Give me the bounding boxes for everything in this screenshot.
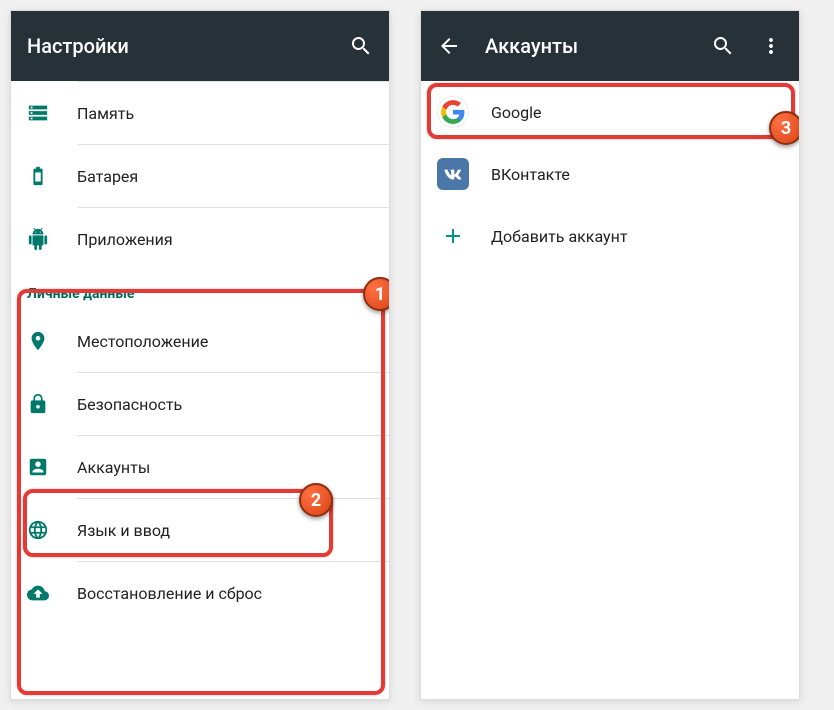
item-label: Язык и ввод — [77, 521, 170, 540]
page-title: Аккаунты — [485, 34, 687, 58]
item-label: Батарея — [77, 167, 138, 186]
search-icon[interactable] — [711, 34, 735, 58]
account-item-vk[interactable]: ВКонтакте — [421, 143, 799, 205]
item-label: Приложения — [77, 230, 173, 249]
accounts-screen: Аккаунты Google ВКонтакте Добавить аккау… — [420, 10, 800, 700]
google-icon — [437, 96, 469, 128]
android-icon — [27, 228, 49, 250]
item-label: Безопасность — [77, 395, 182, 414]
battery-icon — [27, 165, 49, 187]
add-account-item[interactable]: Добавить аккаунт — [421, 205, 799, 267]
settings-item-battery[interactable]: Батарея — [11, 145, 389, 207]
settings-item-apps[interactable]: Приложения — [11, 208, 389, 270]
add-account-label: Добавить аккаунт — [491, 227, 628, 246]
settings-screen: Настройки Память Батарея Приложения Личн… — [10, 10, 390, 700]
accounts-icon — [27, 456, 49, 478]
item-label: Память — [77, 104, 134, 123]
item-label: Местоположение — [77, 332, 208, 351]
item-label: Аккаунты — [77, 458, 150, 477]
vk-icon — [437, 158, 469, 190]
account-label: ВКонтакте — [491, 165, 570, 184]
storage-icon — [27, 102, 49, 124]
appbar: Аккаунты — [421, 11, 799, 81]
settings-item-location[interactable]: Местоположение — [11, 310, 389, 372]
settings-item-storage[interactable]: Память — [11, 82, 389, 144]
back-icon[interactable] — [437, 34, 461, 58]
account-item-google[interactable]: Google — [421, 81, 799, 143]
location-icon — [27, 330, 49, 352]
lock-icon — [27, 393, 49, 415]
settings-item-backup[interactable]: Восстановление и сброс — [11, 562, 389, 624]
plus-icon — [441, 224, 465, 248]
page-title: Настройки — [27, 34, 325, 58]
settings-item-language[interactable]: Язык и ввод — [11, 499, 389, 561]
backup-icon — [27, 582, 49, 604]
more-icon[interactable] — [759, 34, 783, 58]
account-label: Google — [491, 103, 542, 122]
settings-item-security[interactable]: Безопасность — [11, 373, 389, 435]
section-header-personal: Личные данные — [11, 270, 389, 310]
item-label: Восстановление и сброс — [77, 584, 262, 603]
search-icon[interactable] — [349, 34, 373, 58]
appbar: Настройки — [11, 11, 389, 81]
language-icon — [27, 519, 49, 541]
settings-item-accounts[interactable]: Аккаунты — [11, 436, 389, 498]
